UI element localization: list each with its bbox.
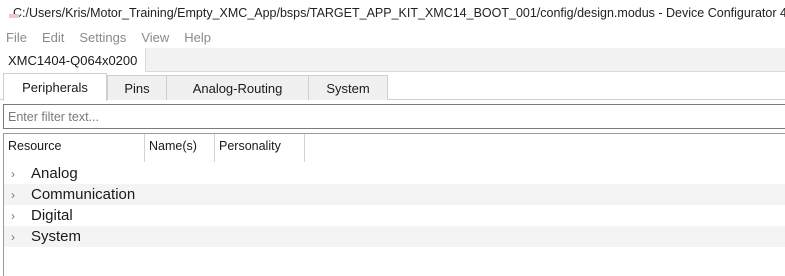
- tab-system[interactable]: System: [308, 75, 388, 100]
- menu-view[interactable]: View: [141, 30, 169, 45]
- tree-row-label: Analog: [31, 165, 78, 182]
- tab-analog-routing[interactable]: Analog-Routing: [166, 75, 309, 100]
- menu-help[interactable]: Help: [184, 30, 211, 45]
- view-tabs: Peripherals Pins Analog-Routing System: [0, 72, 785, 101]
- tab-pins[interactable]: Pins: [107, 75, 167, 100]
- menu-edit[interactable]: Edit: [42, 30, 64, 45]
- tree-row-system[interactable]: › System: [4, 226, 785, 247]
- tree-row-label: Communication: [31, 186, 136, 203]
- device-tab-bar: XMC1404-Q064x0200: [0, 48, 785, 72]
- tree-row-label: Digital: [31, 207, 73, 224]
- title-bar: C:/Users/Kris/Motor_Training/Empty_XMC_A…: [0, 0, 785, 26]
- chevron-right-icon[interactable]: ›: [11, 167, 21, 181]
- tree-header: Resource Name(s) Personality: [4, 134, 785, 162]
- chevron-right-icon[interactable]: ›: [11, 230, 21, 244]
- filter-box: [3, 104, 785, 129]
- tree-row-label: System: [31, 228, 82, 245]
- column-header-names[interactable]: Name(s): [145, 134, 215, 162]
- resource-tree: Resource Name(s) Personality › Analog › …: [3, 133, 785, 276]
- tree-row-analog[interactable]: › Analog: [4, 163, 785, 184]
- menu-bar: File Edit Settings View Help: [0, 26, 785, 48]
- tab-peripherals[interactable]: Peripherals: [3, 73, 107, 101]
- tree-row-digital[interactable]: › Digital: [4, 205, 785, 226]
- filter-input[interactable]: [8, 109, 785, 124]
- menu-settings[interactable]: Settings: [79, 30, 126, 45]
- menu-file[interactable]: File: [6, 30, 27, 45]
- window-title: C:/Users/Kris/Motor_Training/Empty_XMC_A…: [13, 6, 785, 20]
- tree-row-communication[interactable]: › Communication: [4, 184, 785, 205]
- chevron-right-icon[interactable]: ›: [11, 188, 21, 202]
- chevron-right-icon[interactable]: ›: [11, 209, 21, 223]
- device-tab[interactable]: XMC1404-Q064x0200: [0, 48, 147, 72]
- column-header-personality[interactable]: Personality: [215, 134, 305, 162]
- column-header-resource[interactable]: Resource: [4, 134, 145, 162]
